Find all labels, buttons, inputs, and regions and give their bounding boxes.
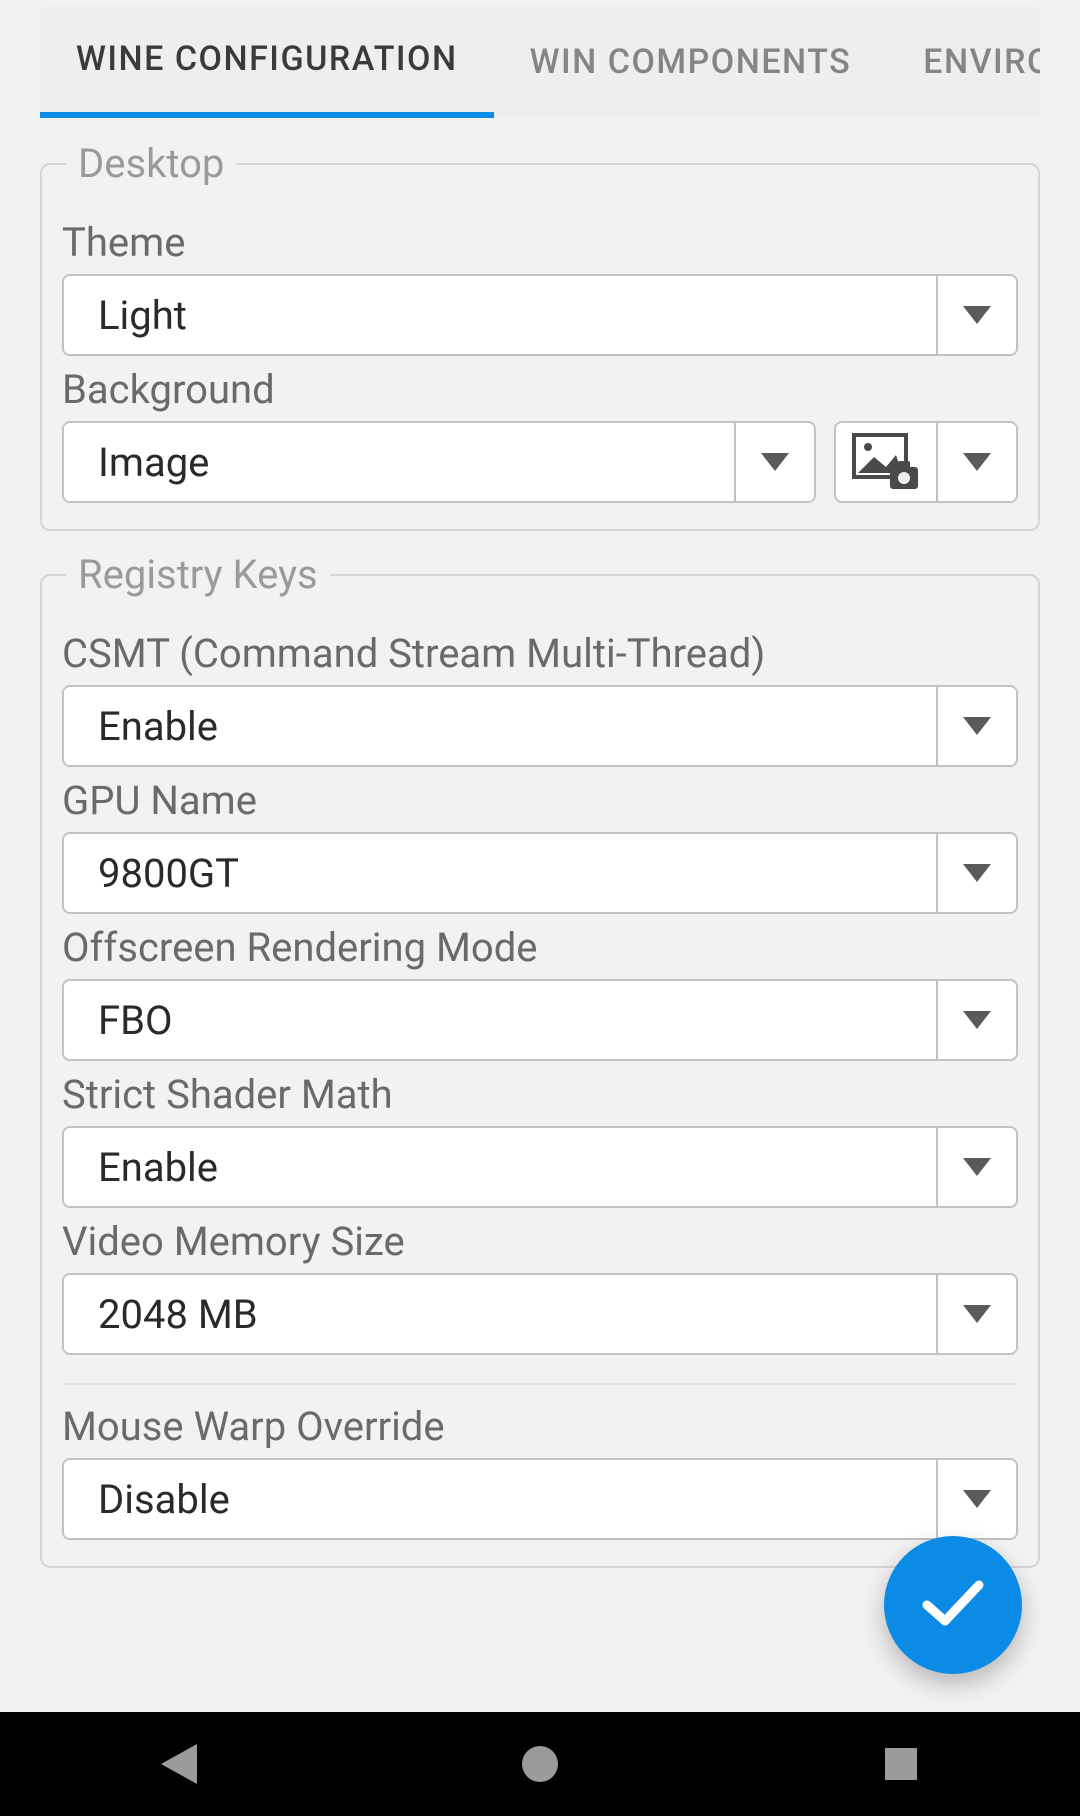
select-gpu-value: 9800GT xyxy=(64,834,936,912)
select-csmt-value: Enable xyxy=(64,687,936,765)
chevron-down-icon[interactable] xyxy=(936,1128,1016,1206)
select-offscreen[interactable]: FBO xyxy=(62,979,1018,1061)
select-offscreen-value: FBO xyxy=(64,981,936,1059)
tab-environment[interactable]: ENVIRONM xyxy=(887,6,1040,118)
label-offscreen: Offscreen Rendering Mode xyxy=(62,924,1018,971)
legend-desktop: Desktop xyxy=(66,140,236,187)
divider xyxy=(62,1383,1018,1385)
chevron-down-icon[interactable] xyxy=(734,423,814,501)
select-shader-value: Enable xyxy=(64,1128,936,1206)
legend-registry: Registry Keys xyxy=(66,551,330,598)
group-registry-keys: Registry Keys CSMT (Command Stream Multi… xyxy=(40,551,1040,1568)
label-gpu-name: GPU Name xyxy=(62,777,1018,824)
android-navbar xyxy=(0,1712,1080,1816)
select-background[interactable]: Image xyxy=(62,421,816,503)
select-gpu-name[interactable]: 9800GT xyxy=(62,832,1018,914)
select-vmem-value: 2048 MB xyxy=(64,1275,936,1353)
select-video-memory[interactable]: 2048 MB xyxy=(62,1273,1018,1355)
nav-back-icon[interactable] xyxy=(161,1744,197,1784)
label-video-memory: Video Memory Size xyxy=(62,1218,1018,1265)
nav-home-icon[interactable] xyxy=(520,1744,560,1784)
select-csmt[interactable]: Enable xyxy=(62,685,1018,767)
chevron-down-icon[interactable] xyxy=(936,276,1016,354)
select-background-value: Image xyxy=(64,423,734,501)
image-picker-icon[interactable] xyxy=(836,423,936,501)
label-background: Background xyxy=(62,366,1018,413)
tab-bar: WINE CONFIGURATION WIN COMPONENTS ENVIRO… xyxy=(40,6,1040,118)
check-icon xyxy=(921,1579,985,1631)
label-theme: Theme xyxy=(62,219,1018,266)
chevron-down-icon[interactable] xyxy=(936,423,1016,501)
confirm-fab[interactable] xyxy=(884,1536,1022,1674)
chevron-down-icon[interactable] xyxy=(936,1275,1016,1353)
chevron-down-icon[interactable] xyxy=(936,687,1016,765)
tab-win-components[interactable]: WIN COMPONENTS xyxy=(494,6,888,118)
chevron-down-icon[interactable] xyxy=(936,981,1016,1059)
label-mouse-warp: Mouse Warp Override xyxy=(62,1403,1018,1450)
select-theme-value: Light xyxy=(64,276,936,354)
chevron-down-icon[interactable] xyxy=(936,1460,1016,1538)
tab-wine-configuration[interactable]: WINE CONFIGURATION xyxy=(40,6,494,118)
label-csmt: CSMT (Command Stream Multi-Thread) xyxy=(62,630,1018,677)
nav-recent-icon[interactable] xyxy=(883,1746,919,1782)
group-desktop: Desktop Theme Light Background Image xyxy=(40,140,1040,531)
select-mouse-warp[interactable]: Disable xyxy=(62,1458,1018,1540)
select-shader[interactable]: Enable xyxy=(62,1126,1018,1208)
label-shader: Strict Shader Math xyxy=(62,1071,1018,1118)
select-theme[interactable]: Light xyxy=(62,274,1018,356)
chevron-down-icon[interactable] xyxy=(936,834,1016,912)
select-background-image[interactable] xyxy=(834,421,1018,503)
select-mouse-value: Disable xyxy=(64,1460,936,1538)
